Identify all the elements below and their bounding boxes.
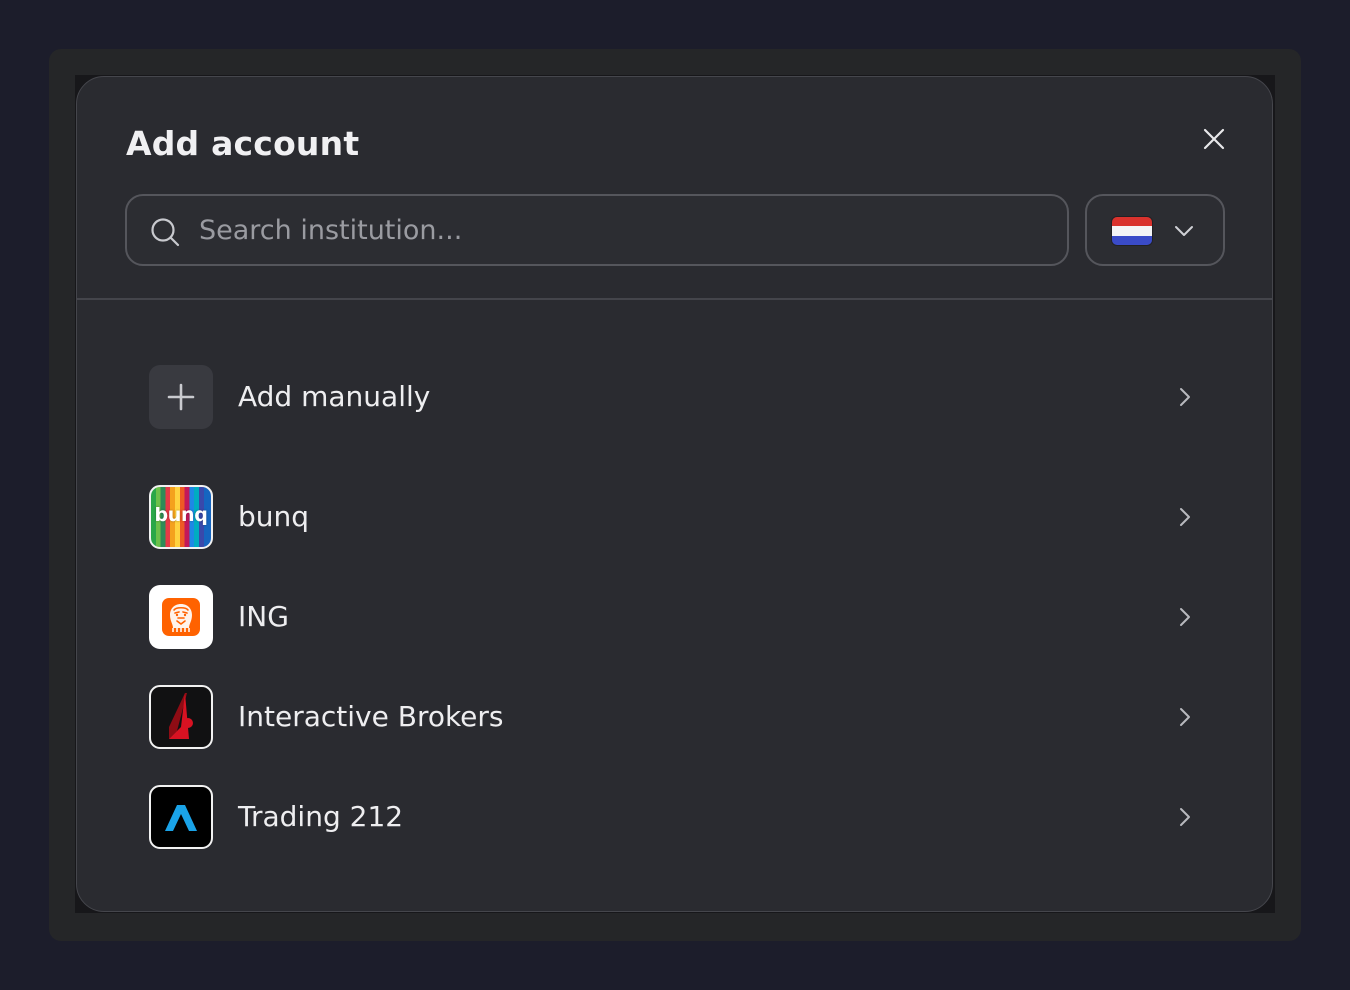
institution-item-trading-212[interactable]: Trading 212 <box>137 777 1207 861</box>
bunq-logo-text: bunq <box>154 504 208 526</box>
close-button[interactable] <box>1194 119 1234 159</box>
search-icon <box>151 218 180 247</box>
plus-icon <box>167 383 195 411</box>
chevron-down-icon <box>1175 226 1193 236</box>
lion-icon <box>162 598 200 636</box>
ing-lion-logo <box>149 585 213 649</box>
t212-mark-icon <box>165 805 197 831</box>
chevron-right-icon <box>1180 608 1190 626</box>
item-label: Trading 212 <box>238 800 404 833</box>
item-label: Add manually <box>238 380 431 413</box>
institution-item-bunq[interactable]: bunq bunq <box>137 477 1207 561</box>
chevron-right-icon <box>1180 388 1190 406</box>
netherlands-flag-icon <box>1112 217 1152 245</box>
search-input[interactable] <box>199 196 1049 264</box>
trading-212-logo <box>149 785 213 849</box>
institution-item-ing[interactable]: ING <box>137 577 1207 661</box>
ib-mark-icon <box>169 693 193 739</box>
bunq-logo: bunq <box>149 485 213 549</box>
item-label: Interactive Brokers <box>238 700 504 733</box>
header-divider <box>77 298 1272 300</box>
country-selector[interactable] <box>1085 194 1225 266</box>
chevron-right-icon <box>1180 808 1190 826</box>
chevron-right-icon <box>1180 508 1190 526</box>
chevron-right-icon <box>1180 708 1190 726</box>
close-icon <box>1203 128 1225 150</box>
interactive-brokers-logo <box>149 685 213 749</box>
search-field[interactable] <box>125 194 1069 266</box>
add-account-dialog: Add account Add manually <box>76 76 1273 912</box>
dialog-title: Add account <box>126 124 360 163</box>
add-manually-item[interactable]: Add manually <box>137 357 1207 441</box>
item-label: ING <box>238 600 289 633</box>
plus-tile <box>149 365 213 429</box>
institution-item-interactive-brokers[interactable]: Interactive Brokers <box>137 677 1207 761</box>
item-label: bunq <box>238 500 310 533</box>
